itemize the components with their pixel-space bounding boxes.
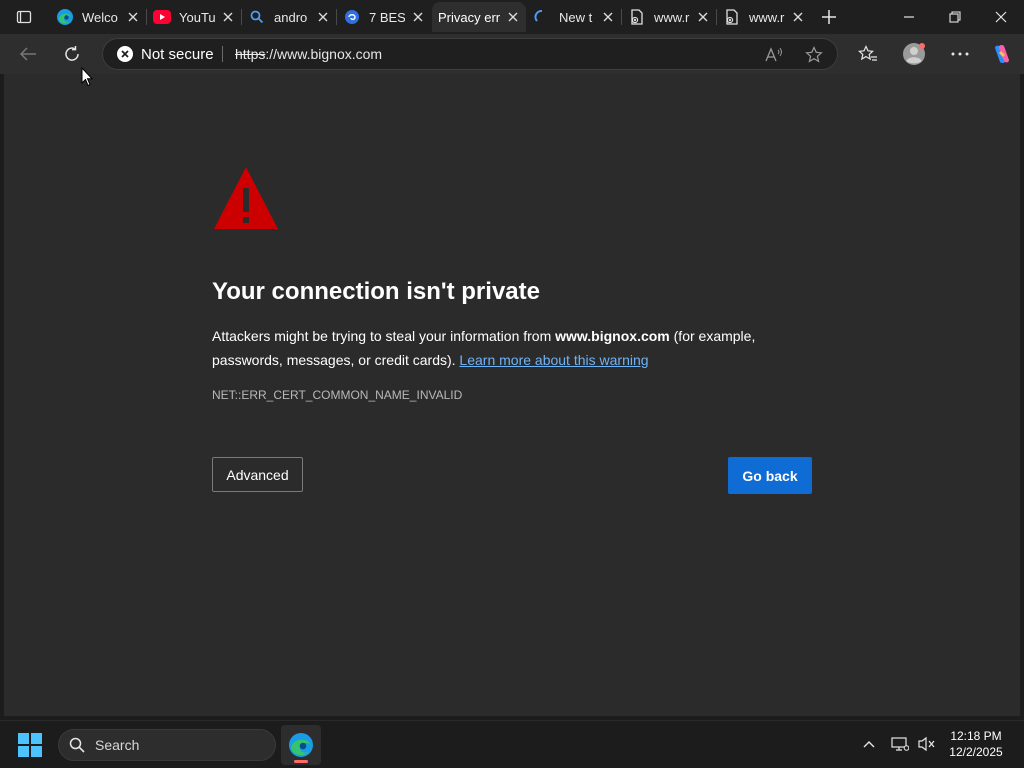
tab-welcome[interactable]: Welco (50, 2, 146, 32)
windows-logo-icon (18, 733, 29, 744)
tab-actions-button[interactable] (8, 6, 40, 28)
site-domain: www.bignox.com (555, 328, 670, 344)
start-button[interactable] (18, 733, 42, 757)
copilot-icon (995, 44, 1009, 64)
chevron-up-icon (863, 741, 875, 748)
error-page: Your connection isn't private Attackers … (4, 74, 1020, 716)
tab-android-search[interactable]: andro (242, 2, 336, 32)
more-options-button[interactable] (944, 38, 976, 70)
back-button[interactable] (12, 38, 44, 70)
advanced-button[interactable]: Advanced (212, 457, 303, 492)
tab-title: www.r (749, 9, 785, 25)
tab-new-tab[interactable]: New t (527, 2, 621, 32)
read-aloud-icon (765, 47, 782, 62)
favorites-button[interactable] (852, 38, 884, 70)
close-icon[interactable] (221, 10, 235, 24)
tab-title: YouTu (179, 9, 215, 25)
page-title: Your connection isn't private (212, 278, 540, 305)
show-hidden-icons-button[interactable] (858, 733, 880, 755)
browser-toolbar: Not secure https://www.bignox.com (0, 34, 1024, 74)
search-label: Search (95, 737, 140, 753)
security-indicator[interactable]: Not secure (117, 39, 214, 69)
taskbar: Search 12:18 PM 12/2/2025 (0, 720, 1024, 768)
address-bar[interactable]: Not secure https://www.bignox.com (102, 38, 838, 70)
close-icon[interactable] (601, 10, 615, 24)
error-code: NET::ERR_CERT_COMMON_NAME_INVALID (212, 388, 463, 402)
url-scheme: https (235, 46, 266, 62)
clock-date: 12/2/2025 (949, 745, 1003, 759)
search-icon (69, 737, 85, 753)
tab-privacy-error[interactable]: Privacy err (432, 2, 526, 32)
tab-title: New t (559, 9, 593, 25)
security-label: Not secure (141, 45, 214, 63)
avatar-icon (903, 43, 925, 65)
taskbar-clock[interactable]: 12:18 PM 12/2/2025 (944, 728, 1008, 760)
globe-icon (343, 8, 361, 26)
volume-button[interactable] (916, 733, 938, 755)
close-window-button[interactable] (978, 0, 1024, 34)
network-icon (891, 737, 909, 751)
url-host: ://www.bignox.com (265, 46, 383, 62)
tab-title: 7 BEST (369, 9, 405, 25)
loading-icon (533, 8, 551, 26)
mouse-cursor-icon (81, 67, 93, 87)
refresh-button[interactable] (56, 38, 88, 70)
search-icon (248, 8, 266, 26)
running-indicator (294, 760, 308, 763)
tab-www-1[interactable]: www.r (622, 2, 716, 32)
tab-title: www.r (654, 9, 690, 25)
plus-icon (822, 10, 836, 24)
tab-youtube[interactable]: YouTu (147, 2, 241, 32)
document-icon (723, 8, 741, 26)
learn-more-link[interactable]: Learn more about this warning (459, 352, 648, 368)
tab-title: Welco (82, 9, 118, 25)
edge-icon (56, 8, 74, 26)
windows-logo-icon (31, 733, 42, 744)
profile-button[interactable] (898, 38, 930, 70)
minimize-icon (904, 16, 914, 18)
new-tab-button[interactable] (816, 6, 842, 28)
close-icon[interactable] (696, 10, 710, 24)
taskbar-edge[interactable] (281, 725, 321, 765)
close-icon[interactable] (791, 10, 805, 24)
more-icon (951, 52, 969, 56)
copilot-button[interactable] (986, 38, 1018, 70)
youtube-icon (153, 8, 171, 26)
warning-icon (214, 167, 278, 229)
not-secure-icon (117, 46, 133, 62)
restore-icon (949, 11, 961, 23)
url-text[interactable]: https://www.bignox.com (235, 39, 382, 69)
close-icon[interactable] (316, 10, 330, 24)
windows-logo-icon (18, 746, 29, 757)
favorites-icon (858, 45, 877, 61)
refresh-icon (65, 46, 79, 61)
windows-logo-icon (31, 746, 42, 757)
favorite-button[interactable] (803, 44, 825, 66)
error-description: Attackers might be trying to steal your … (212, 324, 792, 372)
read-aloud-button[interactable] (763, 44, 785, 66)
network-button[interactable] (889, 733, 911, 755)
go-back-button[interactable]: Go back (728, 457, 812, 494)
tab-title: Privacy err (438, 9, 500, 25)
clock-time: 12:18 PM (950, 729, 1002, 743)
description-text: Attackers might be trying to steal your … (212, 328, 556, 344)
star-icon (805, 46, 823, 63)
taskbar-search[interactable]: Search (58, 729, 276, 761)
arrow-left-icon (19, 47, 36, 61)
close-icon[interactable] (126, 10, 140, 24)
address-divider (222, 46, 223, 62)
restore-button[interactable] (932, 0, 978, 34)
close-icon (995, 11, 1007, 23)
close-icon[interactable] (506, 10, 520, 24)
close-icon[interactable] (411, 10, 425, 24)
tab-7-best[interactable]: 7 BEST (337, 2, 431, 32)
tab-strip: Welco YouTu andro 7 BES Privacy err New … (0, 0, 1024, 34)
edge-icon (289, 733, 313, 757)
volume-muted-icon (918, 736, 935, 752)
tab-title: andro (274, 9, 308, 25)
tab-www-2[interactable]: www.r (717, 2, 811, 32)
tab-actions-icon (16, 10, 32, 24)
document-icon (628, 8, 646, 26)
minimize-button[interactable] (886, 0, 932, 34)
